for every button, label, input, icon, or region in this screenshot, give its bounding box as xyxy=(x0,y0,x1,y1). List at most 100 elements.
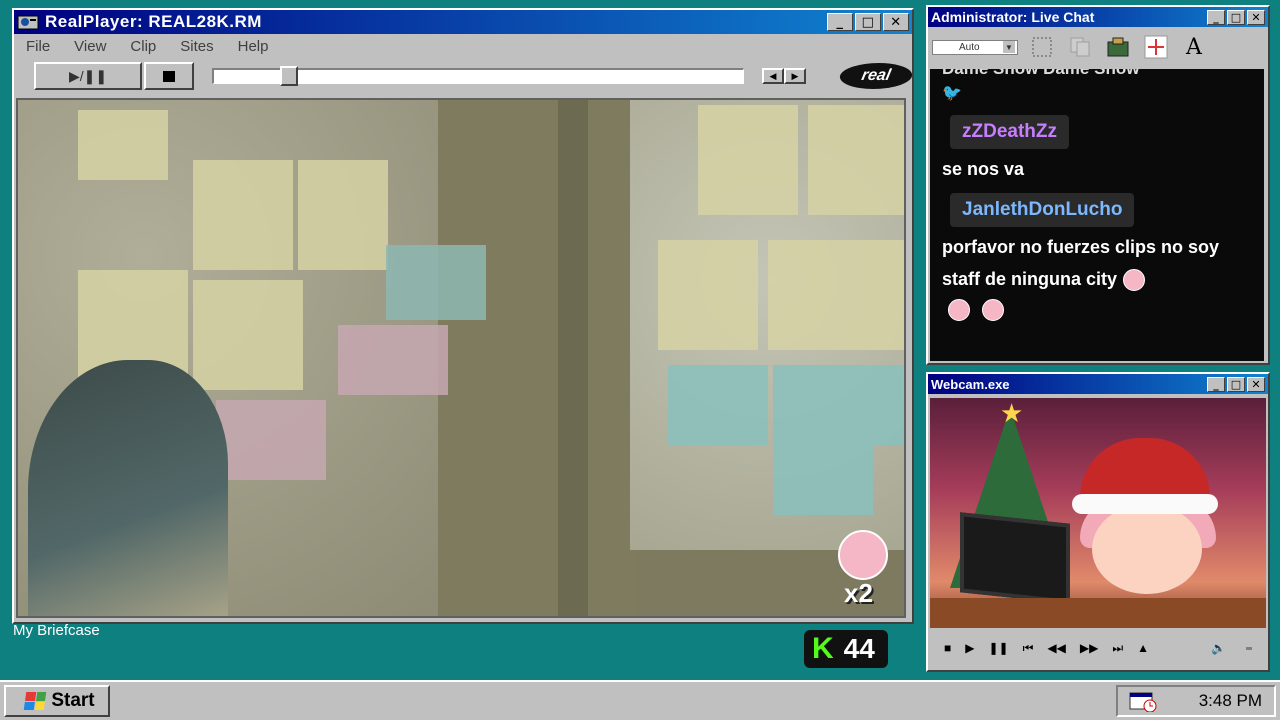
sticky-note xyxy=(216,400,326,480)
sticky-note xyxy=(193,280,303,390)
play-pause-label: ▶/❚❚ xyxy=(68,67,108,84)
kick-logo: K xyxy=(812,632,834,665)
minimize-button[interactable]: _ xyxy=(1207,376,1225,392)
minimize-button[interactable]: _ xyxy=(827,13,853,31)
playback-controls: ▶/❚❚ ◀ ▶ real xyxy=(14,58,915,94)
webcam-player-controls: ■ ▶ ❚❚ ⏮ ◀◀ ▶▶ ⏭ ▲ 🔈 xyxy=(930,632,1266,664)
sticky-note xyxy=(658,240,758,350)
live-chat-window[interactable]: Administrator: Live Chat _ □ ✕ Auto ▼ A D… xyxy=(926,5,1270,365)
pink-face-emote xyxy=(982,299,1004,321)
sticky-note xyxy=(668,365,768,445)
taskbar-clock: 3:48 PM xyxy=(1198,691,1262,710)
eject-icon[interactable]: ▲ xyxy=(1137,641,1149,655)
webcam-window[interactable]: Webcam.exe _ □ ✕ ★ ■ ▶ ❚❚ ⏮ ◀◀ ▶▶ ⏭ ▲ 🔈 xyxy=(926,372,1270,672)
sticky-note xyxy=(386,245,486,320)
rewind-icon[interactable]: ◀◀ xyxy=(1047,641,1065,655)
pink-face-emote xyxy=(948,299,970,321)
video-person xyxy=(28,360,228,616)
computer-monitor xyxy=(960,512,1070,604)
mascot-emote xyxy=(838,530,888,580)
multiplier-badge: x2 xyxy=(844,578,873,608)
system-tray: 3:48 PM xyxy=(1116,685,1276,717)
desk xyxy=(930,598,1266,628)
viewer-count: 44 xyxy=(843,633,875,664)
scheduler-icon[interactable] xyxy=(1128,690,1160,713)
play-pause-button[interactable]: ▶/❚❚ xyxy=(34,62,142,90)
sticky-note xyxy=(773,445,873,515)
close-button[interactable]: ✕ xyxy=(1247,376,1265,392)
realplayer-menubar: File View Clip Sites Help xyxy=(14,34,912,58)
chat-username[interactable]: JanlethDonLucho xyxy=(950,193,1135,227)
santa-hat-rim xyxy=(1072,494,1218,514)
next-clip-button[interactable]: ▶ xyxy=(784,68,806,84)
maximize-button[interactable]: □ xyxy=(1227,376,1245,392)
webcam-titlebar[interactable]: Webcam.exe _ □ ✕ xyxy=(928,374,1268,394)
stop-icon[interactable]: ■ xyxy=(944,641,951,655)
webcam-feed: ★ xyxy=(930,398,1266,628)
emote-row xyxy=(942,295,1252,325)
chevron-down-icon: ▼ xyxy=(1003,41,1015,53)
chat-message-text: se nos va xyxy=(942,159,1025,179)
font-size-value: Auto xyxy=(959,41,980,53)
maximize-button[interactable]: □ xyxy=(1227,9,1245,25)
seek-slider[interactable] xyxy=(212,66,744,86)
skip-forward-icon[interactable]: ⏭ xyxy=(1112,641,1123,656)
taskbar: Start 3:48 PM xyxy=(0,680,1280,720)
realplayer-titlebar[interactable]: RealPlayer: REAL28K.RM _ □ ✕ xyxy=(14,10,912,34)
goose-emote-icon: 🐦 xyxy=(942,85,962,102)
maximize-button[interactable]: □ xyxy=(855,13,881,31)
sticky-note xyxy=(78,110,168,180)
chat-title: Administrator: Live Chat xyxy=(931,9,1095,25)
webcam-title: Webcam.exe xyxy=(931,376,1010,392)
start-label: Start xyxy=(51,690,95,711)
video-doorframe xyxy=(558,100,588,616)
sticky-note xyxy=(808,105,904,215)
previous-clip-button[interactable]: ◀ xyxy=(762,68,784,84)
sticky-note xyxy=(698,105,798,215)
start-button[interactable]: Start xyxy=(4,685,110,717)
pause-icon[interactable]: ❚❚ xyxy=(988,641,1008,655)
chat-messages[interactable]: Dame Snow Dame Snow 🐦 zZDeathZz se nos v… xyxy=(930,69,1264,361)
menu-view[interactable]: View xyxy=(74,38,106,55)
copy-icon[interactable] xyxy=(1066,33,1094,61)
video-area[interactable]: x2 xyxy=(16,98,906,618)
paste-icon[interactable] xyxy=(1104,33,1132,61)
stop-icon xyxy=(163,70,175,82)
sticky-note xyxy=(298,160,388,270)
sticky-note xyxy=(193,160,293,270)
clipped-message: Dame Snow Dame Snow xyxy=(942,69,1252,79)
chat-titlebar[interactable]: Administrator: Live Chat _ □ ✕ xyxy=(928,7,1268,27)
volume-icon[interactable]: 🔈 xyxy=(1211,641,1226,655)
close-button[interactable]: ✕ xyxy=(1247,9,1265,25)
minimize-button[interactable]: _ xyxy=(1207,9,1225,25)
play-icon[interactable]: ▶ xyxy=(965,641,974,655)
move-icon[interactable] xyxy=(1142,33,1170,61)
pink-face-emote xyxy=(1123,269,1146,292)
realplayer-title: RealPlayer: REAL28K.RM xyxy=(45,12,262,31)
fast-forward-icon[interactable]: ▶▶ xyxy=(1080,641,1098,655)
real-logo: real xyxy=(837,63,915,89)
menu-file[interactable]: File xyxy=(26,38,50,55)
stop-button[interactable] xyxy=(144,62,194,90)
volume-slider[interactable] xyxy=(1246,646,1252,650)
select-rect-icon[interactable] xyxy=(1028,33,1056,61)
menu-help[interactable]: Help xyxy=(238,38,269,55)
chat-message: porfavor no fuerzes clips no soy staff d… xyxy=(942,231,1252,295)
chat-message-text: porfavor no fuerzes clips no soy staff d… xyxy=(942,237,1220,289)
seek-thumb[interactable] xyxy=(280,66,299,86)
menu-clip[interactable]: Clip xyxy=(130,38,156,55)
realplayer-window[interactable]: RealPlayer: REAL28K.RM _ □ ✕ File View C… xyxy=(12,8,915,624)
menu-sites[interactable]: Sites xyxy=(180,38,213,55)
chat-toolbar: Auto ▼ A xyxy=(928,27,1268,67)
chat-username[interactable]: zZDeathZz xyxy=(950,115,1069,149)
sticky-note xyxy=(768,240,904,350)
skip-back-icon[interactable]: ⏮ xyxy=(1023,641,1034,656)
goose-emote-row: 🐦 xyxy=(942,79,1252,107)
font-size-select[interactable]: Auto ▼ xyxy=(932,39,1018,55)
sticky-note xyxy=(338,325,448,395)
close-button[interactable]: ✕ xyxy=(883,13,909,31)
kick-viewer-badge: K 44 xyxy=(804,630,888,668)
font-icon[interactable]: A xyxy=(1180,33,1208,61)
my-briefcase-label[interactable]: My Briefcase xyxy=(13,622,100,639)
sticky-note xyxy=(773,365,903,445)
